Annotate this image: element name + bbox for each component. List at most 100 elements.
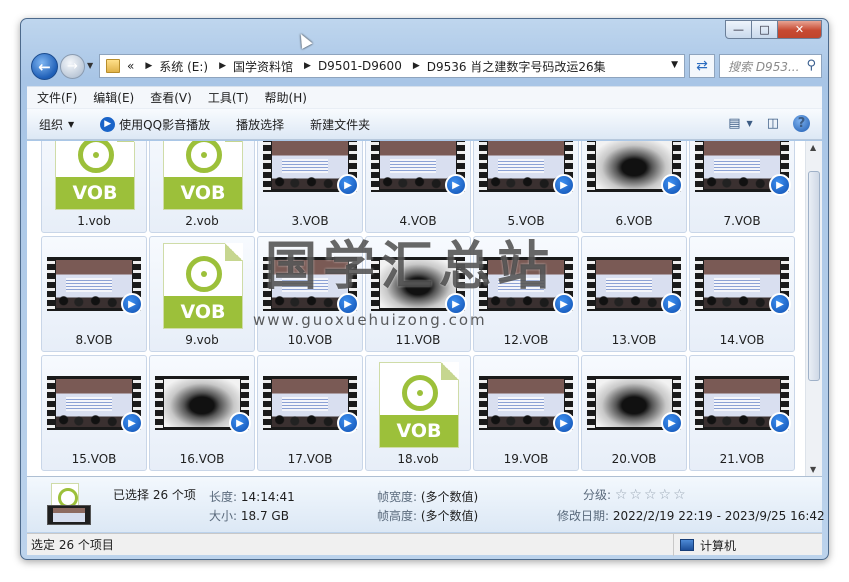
qq-player-icon: ▶ — [100, 116, 116, 132]
file-name-label: 19.VOB — [503, 452, 549, 466]
new-folder-label: 新建文件夹 — [310, 117, 371, 132]
file-item[interactable]: ▶ 15.VOB — [41, 355, 147, 471]
frame-width-field: 帧宽度: (多个数值) — [377, 488, 478, 505]
qq-player-badge-icon: ▶ — [121, 293, 143, 315]
file-item[interactable]: ▶ 10.VOB — [257, 236, 363, 352]
video-thumbnail: ▶ — [47, 257, 143, 315]
video-thumbnail: ▶ — [695, 257, 791, 315]
status-location-text: 计算机 — [700, 538, 737, 553]
file-name-label: 9.vob — [185, 333, 219, 347]
chevron-right-icon[interactable]: ▶ — [145, 61, 152, 71]
file-item[interactable]: ▶ 12.VOB — [473, 236, 579, 352]
chevron-right-icon[interactable]: ▶ — [219, 61, 226, 71]
caption-buttons: — □ ✕ — [725, 20, 822, 39]
breadcrumb-range[interactable]: D9501-D9600 — [318, 59, 402, 73]
file-name-label: 12.VOB — [503, 333, 549, 347]
breadcrumb-library[interactable]: 国学资料馆 — [233, 58, 293, 75]
vob-icon-label: VOB — [56, 177, 134, 209]
file-item[interactable]: VOB 2.vob — [149, 141, 255, 233]
file-name-label: 11.VOB — [395, 333, 441, 347]
file-item[interactable]: VOB 9.vob — [149, 236, 255, 352]
help-icon[interactable]: ? — [793, 115, 810, 132]
frame-height-field: 帧高度: (多个数值) — [377, 507, 478, 524]
file-item[interactable]: ▶ 19.VOB — [473, 355, 579, 471]
video-thumbnail: ▶ — [695, 376, 791, 434]
qq-player-badge-icon: ▶ — [121, 412, 143, 434]
file-item[interactable]: VOB 18.vob — [365, 355, 471, 471]
view-options-icon[interactable]: ▤ — [728, 116, 740, 131]
menu-help[interactable]: 帮助(H) — [265, 89, 307, 106]
menu-file[interactable]: 文件(F) — [37, 89, 77, 106]
play-selection-button[interactable]: 播放选择 — [236, 116, 284, 133]
search-input[interactable]: 搜索 D953... ⚲ — [719, 54, 822, 78]
file-item[interactable]: VOB 1.vob — [41, 141, 147, 233]
chevron-right-icon[interactable]: ▶ — [413, 61, 420, 71]
menu-view[interactable]: 查看(V) — [150, 89, 192, 106]
frame-width-value: (多个数值) — [420, 490, 479, 504]
chevron-right-icon[interactable]: ▶ — [304, 61, 311, 71]
chevron-down-icon[interactable]: ▼ — [747, 119, 753, 128]
address-row: ← → ▼ « ▶ 系统 (E:) ▶ 国学资料馆 ▶ D9501-D9600 … — [27, 51, 822, 83]
qq-player-badge-icon: ▶ — [553, 174, 575, 196]
rating-label: 分级: — [583, 488, 612, 502]
play-with-qq-button[interactable]: ▶ 使用QQ影音播放 — [100, 116, 210, 133]
breadcrumb-overflow[interactable]: « — [127, 59, 134, 73]
organize-label: 组织 — [39, 117, 64, 132]
file-item[interactable]: ▶ 14.VOB — [689, 236, 795, 352]
file-name-label: 7.VOB — [723, 214, 761, 228]
minimize-button[interactable]: — — [725, 20, 752, 39]
menu-tools[interactable]: 工具(T) — [208, 89, 249, 106]
file-item[interactable]: ▶ 6.VOB — [581, 141, 687, 233]
recent-pages-dropdown[interactable]: ▼ — [87, 61, 93, 70]
vob-file-icon: VOB — [55, 141, 135, 210]
file-name-label: 21.VOB — [719, 452, 765, 466]
file-item[interactable]: ▶ 5.VOB — [473, 141, 579, 233]
scroll-down-icon[interactable]: ▼ — [810, 465, 816, 474]
organize-button[interactable]: 组织 ▼ — [39, 116, 74, 133]
file-item[interactable]: ▶ 7.VOB — [689, 141, 795, 233]
explorer-window: — □ ✕ ← → ▼ « ▶ 系统 (E:) ▶ 国学资料馆 ▶ D9501-… — [20, 18, 829, 560]
qq-player-badge-icon: ▶ — [661, 293, 683, 315]
file-item[interactable]: ▶ 3.VOB — [257, 141, 363, 233]
file-item[interactable]: ▶ 8.VOB — [41, 236, 147, 352]
forward-button[interactable]: → — [60, 54, 85, 79]
chevron-down-icon[interactable]: ▼ — [671, 60, 678, 70]
scroll-up-icon[interactable]: ▲ — [810, 143, 816, 152]
file-name-label: 10.VOB — [287, 333, 333, 347]
frame-height-label: 帧高度: — [377, 509, 418, 523]
video-thumbnail: ▶ — [155, 376, 251, 434]
file-item[interactable]: ▶ 21.VOB — [689, 355, 795, 471]
menu-bar: 文件(F) 编辑(E) 查看(V) 工具(T) 帮助(H) — [27, 86, 822, 108]
back-button[interactable]: ← — [31, 53, 58, 80]
rating-field: 分级: ☆☆☆☆☆ — [583, 486, 688, 503]
size-field: 大小: 18.7 GB — [209, 507, 289, 524]
close-button[interactable]: ✕ — [778, 20, 822, 39]
command-toolbar: 组织 ▼ ▶ 使用QQ影音播放 播放选择 新建文件夹 ▤ ▼ ◫ ? — [27, 108, 822, 140]
preview-pane-icon[interactable]: ◫ — [767, 116, 779, 131]
qq-player-badge-icon: ▶ — [445, 174, 467, 196]
search-icon[interactable]: ⚲ — [806, 58, 816, 73]
qq-player-badge-icon: ▶ — [229, 412, 251, 434]
vob-file-icon: VOB — [379, 362, 459, 448]
file-item[interactable]: ▶ 11.VOB — [365, 236, 471, 352]
file-item[interactable]: ▶ 20.VOB — [581, 355, 687, 471]
address-bar[interactable]: « ▶ 系统 (E:) ▶ 国学资料馆 ▶ D9501-D9600 ▶ D953… — [99, 54, 685, 78]
file-item[interactable]: ▶ 17.VOB — [257, 355, 363, 471]
rating-stars[interactable]: ☆☆☆☆☆ — [615, 487, 688, 503]
play-selection-label: 播放选择 — [236, 117, 285, 132]
breadcrumb-current[interactable]: D9536 肖之建数字号码改运26集 — [427, 58, 606, 75]
new-folder-button[interactable]: 新建文件夹 — [310, 116, 370, 133]
menu-edit[interactable]: 编辑(E) — [93, 89, 134, 106]
breadcrumb-drive[interactable]: 系统 (E:) — [159, 58, 208, 75]
qq-player-badge-icon: ▶ — [445, 293, 467, 315]
refresh-button[interactable]: ⇄ — [689, 54, 715, 78]
maximize-button[interactable]: □ — [752, 20, 778, 39]
video-thumbnail: ▶ — [371, 141, 467, 196]
scrollbar-thumb[interactable] — [808, 171, 820, 381]
file-item[interactable]: ▶ 13.VOB — [581, 236, 687, 352]
file-item[interactable]: ▶ 16.VOB — [149, 355, 255, 471]
file-list-area[interactable]: VOB 1.vob VOB 2.vob ▶ 3.VOB ▶ 4.VOB ▶ 5.VOB ▶ 6.VOB… — [27, 141, 822, 476]
toolbar-right-group: ▤ ▼ ◫ ? — [714, 115, 810, 132]
vertical-scrollbar[interactable]: ▲ ▼ — [805, 141, 822, 476]
file-item[interactable]: ▶ 4.VOB — [365, 141, 471, 233]
